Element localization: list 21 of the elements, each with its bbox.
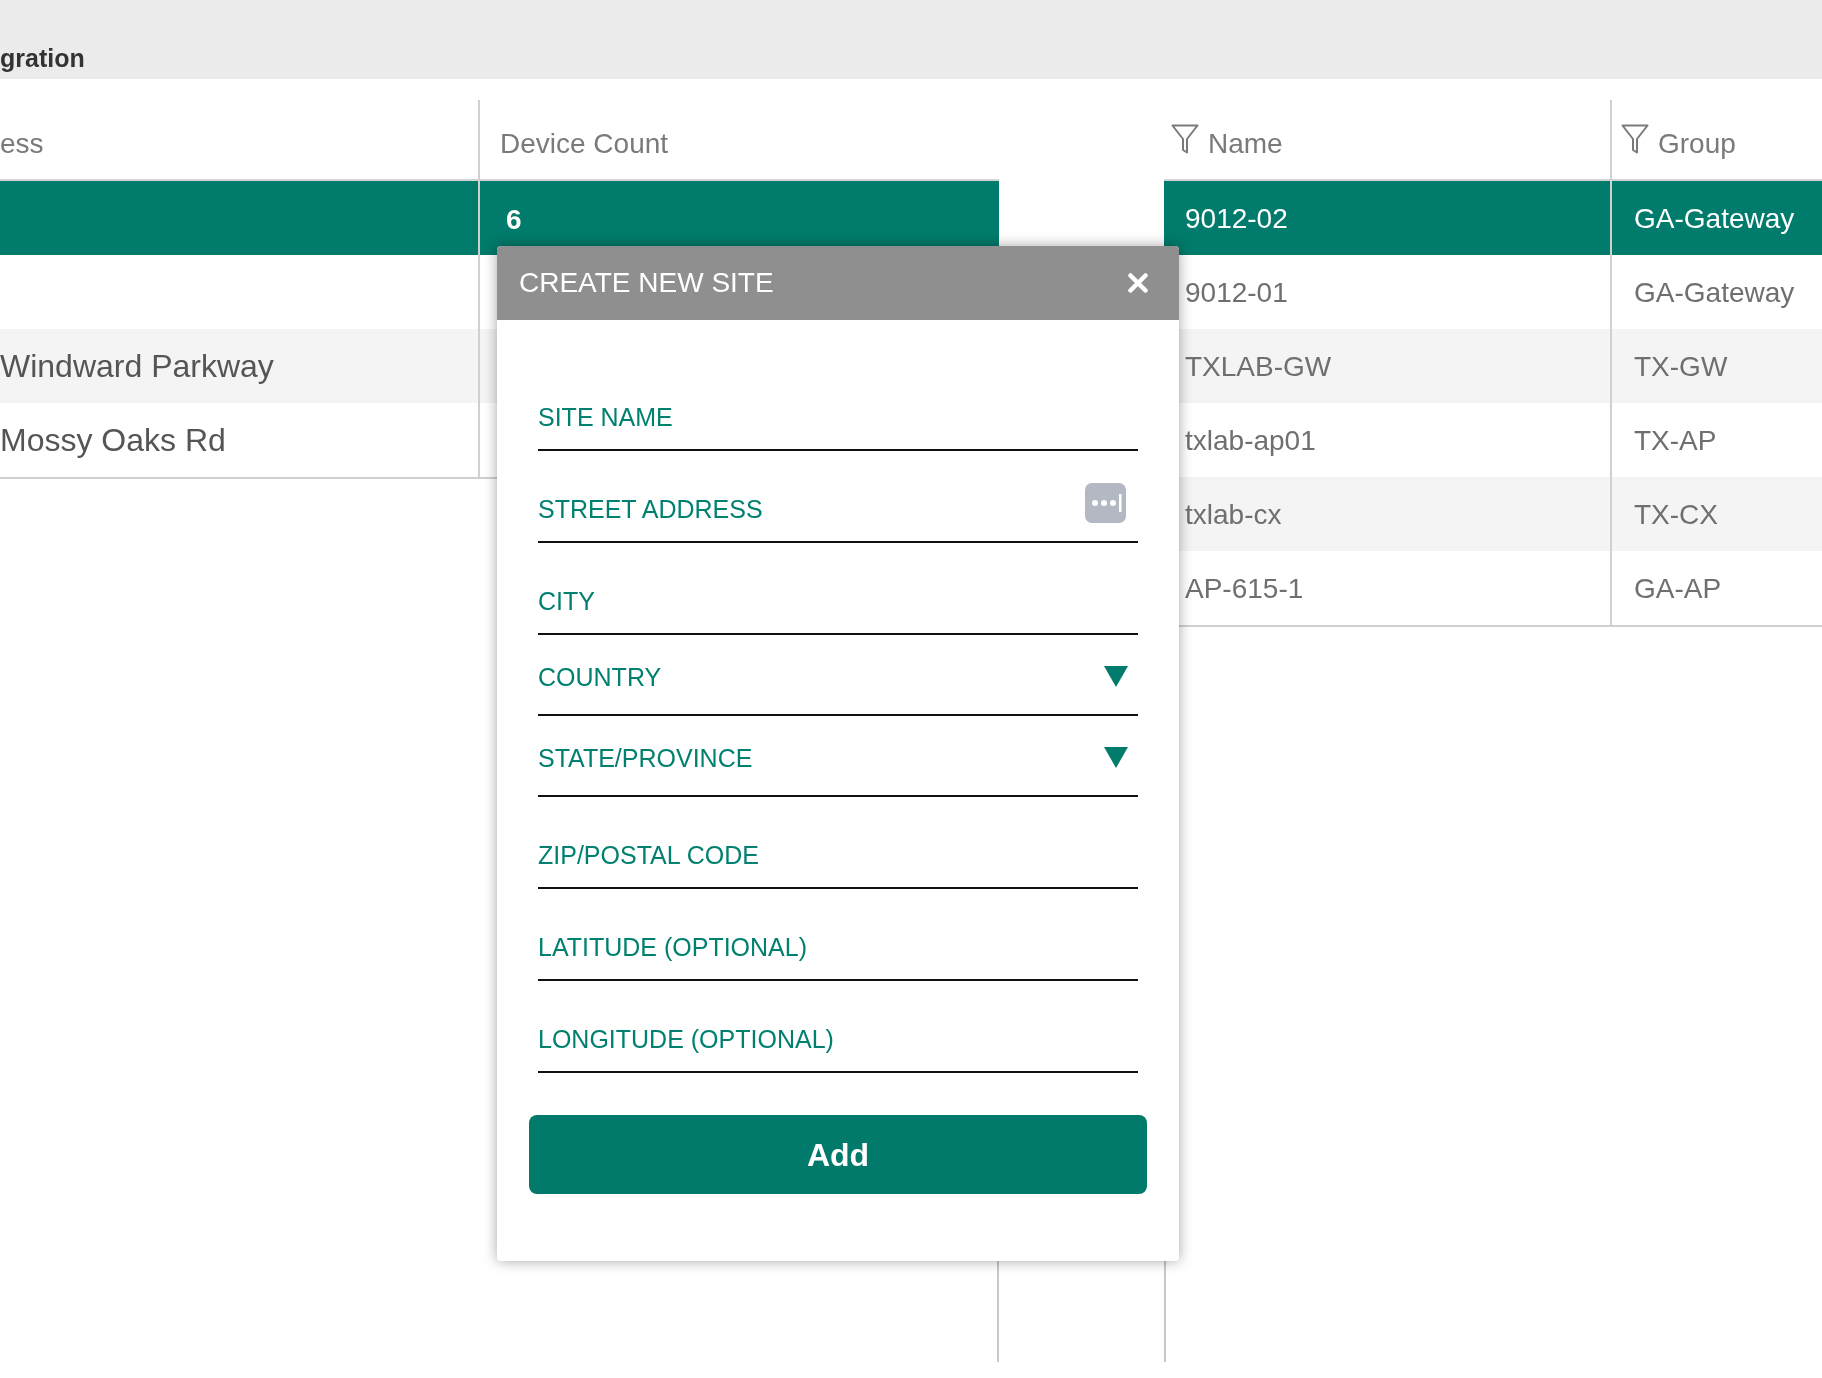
table-cell-text: txlab-cx: [1185, 498, 1282, 532]
table-cell-text: AP-615-1: [1185, 572, 1304, 606]
table-cell-text: GA-AP: [1634, 572, 1722, 606]
table-cell-text: GA-Gateway: [1634, 276, 1795, 310]
table-cell-text: TXLAB-GW: [1185, 350, 1332, 384]
table-cell-text: GA-Gateway: [1634, 202, 1795, 236]
table-cell-text: TX-AP: [1634, 424, 1717, 458]
column-header: Device Count: [500, 126, 669, 161]
table-cell-text: Windward Parkway: [0, 347, 274, 386]
column-header: Name: [1208, 126, 1283, 161]
column-header: Group: [1658, 126, 1736, 161]
table-cell-text: txlab-ap01: [1185, 424, 1316, 458]
table-cell-text: 6: [506, 203, 522, 237]
table-cell-text: TX-GW: [1634, 350, 1728, 384]
table-cell-text: TX-CX: [1634, 498, 1718, 532]
page-title: gration: [0, 43, 85, 73]
table-cell-text: 9012-02: [1185, 202, 1288, 236]
table-cell-text: 9012-01: [1185, 276, 1288, 310]
dialog-title: CREATE NEW SITE: [519, 266, 774, 300]
column-header: ess: [0, 126, 44, 161]
table-cell-text: Mossy Oaks Rd: [0, 421, 226, 460]
